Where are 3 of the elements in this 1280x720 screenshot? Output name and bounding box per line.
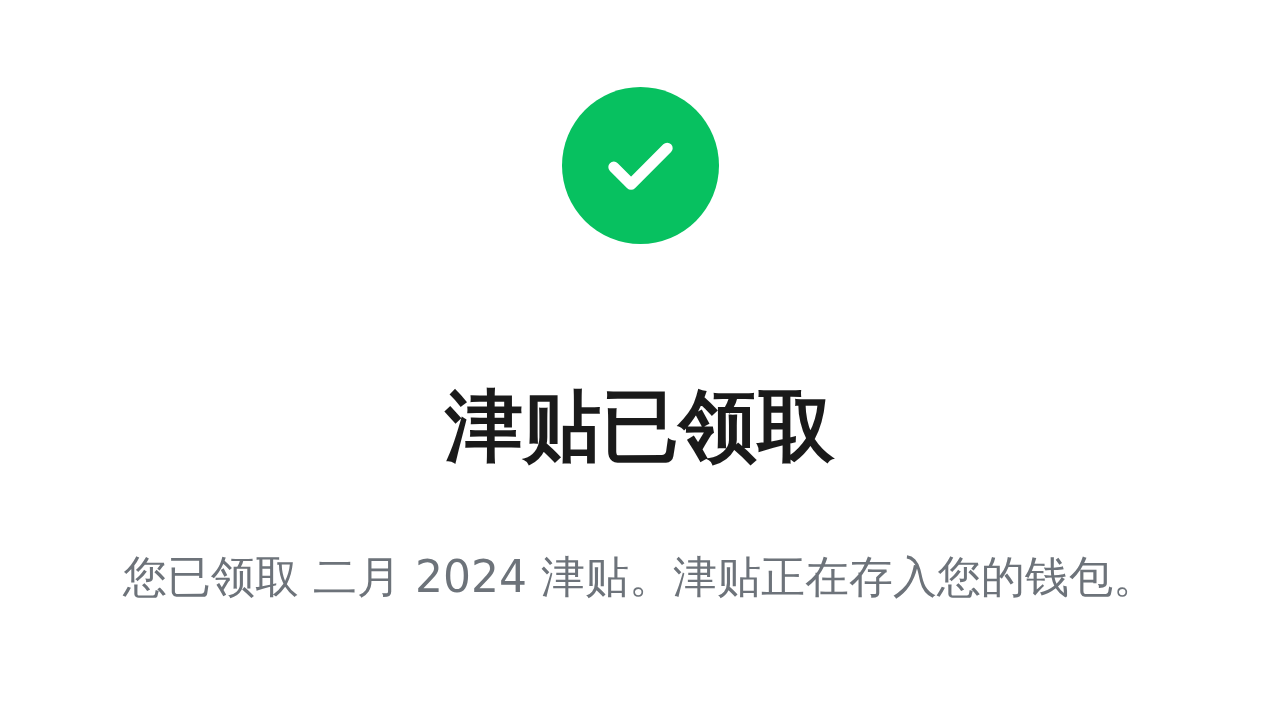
success-check-icon	[561, 87, 719, 244]
status-message: 您已领取 二月 2024 津贴。津贴正在存入您的钱包。	[122, 549, 1158, 604]
page-title: 津贴已领取	[445, 384, 835, 470]
